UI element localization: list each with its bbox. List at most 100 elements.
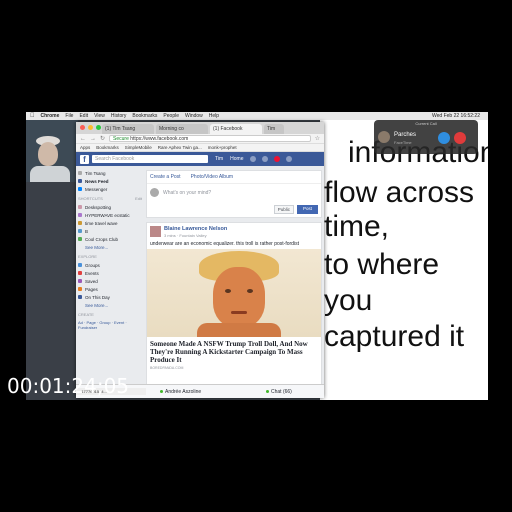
nav-shortcut[interactable]: Deskspotting <box>78 203 142 211</box>
nav-groups[interactable]: Groups <box>78 261 142 269</box>
feed-post: Blaine Lawrence Nelson 3 mins · Fountain… <box>146 222 322 388</box>
bookmark-simplemobile[interactable]: SimpleMobile <box>125 145 152 150</box>
avatar[interactable] <box>150 226 161 237</box>
menu-window[interactable]: Window <box>185 113 203 119</box>
close-window-button[interactable] <box>80 125 85 130</box>
shortcut-icon <box>78 229 82 233</box>
call-notification[interactable]: Current Call Parches FaceTime <box>374 120 478 154</box>
post-author[interactable]: Blaine Lawrence Nelson <box>164 226 227 232</box>
create-post-tab[interactable]: Create a Post <box>150 174 181 180</box>
facebook-logo[interactable]: f <box>80 154 89 164</box>
menu-file[interactable]: File <box>65 113 73 119</box>
status-input[interactable]: What's on your mind? <box>147 184 321 202</box>
left-nav: Tim Tsang News Feed Messenger SHORTCUTS E… <box>76 166 144 388</box>
profile-link[interactable]: Tim <box>215 156 223 162</box>
zoom-window-button[interactable] <box>96 125 101 130</box>
bookmarks-bar: Apps Bookmarks SimpleMobile Rare Aphex T… <box>76 144 324 152</box>
see-more-link[interactable]: See More... <box>78 243 142 251</box>
home-link[interactable]: Home <box>230 156 243 162</box>
minimize-window-button[interactable] <box>88 125 93 130</box>
info-button[interactable] <box>438 132 450 144</box>
messages-icon[interactable] <box>261 156 268 162</box>
chat-count: Chat (66) <box>271 389 292 395</box>
nav-label: Deskspotting <box>85 204 112 210</box>
slide-line: captured it <box>324 320 465 353</box>
help-icon[interactable] <box>285 156 292 162</box>
chat-contact[interactable]: Andrée Aszoline <box>160 389 201 395</box>
tab-morning[interactable]: Morning co <box>156 124 208 134</box>
tab-facebook[interactable]: (1) Facebook <box>210 124 262 134</box>
nav-label: Groups <box>85 262 100 268</box>
pages-icon <box>78 287 82 291</box>
events-icon <box>78 271 82 275</box>
nav-shortcut[interactable]: HYPERWAVE ecstatic <box>78 211 142 219</box>
post-text: underwear are an economic equalizer. thi… <box>150 241 299 247</box>
shortcut-icon <box>78 205 82 209</box>
nav-news-feed[interactable]: News Feed <box>78 177 142 185</box>
nav-shortcut[interactable]: Cool Crops Club <box>78 235 142 243</box>
menubar-clock[interactable]: Wed Feb 22 16:52:22 <box>432 113 488 119</box>
presentation-slide: information flow across time, to where y… <box>320 120 488 400</box>
post-button[interactable]: Post <box>296 205 318 214</box>
groups-icon <box>78 263 82 267</box>
audience-select[interactable]: Public <box>273 205 294 214</box>
menu-view[interactable]: View <box>94 113 105 119</box>
menu-bookmarks[interactable]: Bookmarks <box>132 113 157 119</box>
create-links[interactable]: Ad · Page · Group · Event · Fundraiser <box>78 319 142 331</box>
bookmark-monk[interactable]: monk+prophet <box>208 145 237 150</box>
post-image[interactable] <box>147 249 321 337</box>
menu-edit[interactable]: Edit <box>79 113 88 119</box>
apple-icon[interactable]:  <box>30 113 35 119</box>
shortcuts-edit-link[interactable]: Edit <box>135 196 142 203</box>
post-meta: 3 mins · Fountain Valley <box>164 233 207 238</box>
nav-events[interactable]: Events <box>78 269 142 277</box>
news-feed-icon <box>78 179 82 183</box>
url-text: https://www.facebook.com <box>130 136 189 142</box>
notifications-icon[interactable] <box>273 156 280 162</box>
nav-shortcut[interactable]: time travel wave <box>78 219 142 227</box>
nav-label: On This Day <box>85 294 110 300</box>
friend-requests-icon[interactable] <box>249 156 256 162</box>
decline-call-button[interactable] <box>454 132 466 144</box>
nav-profile[interactable]: Tim Tsang <box>78 169 142 177</box>
forward-icon[interactable]: → <box>90 136 96 142</box>
caller-avatar <box>378 131 390 143</box>
shortcut-icon <box>78 237 82 241</box>
avatar <box>150 188 159 197</box>
menu-people[interactable]: People <box>163 113 179 119</box>
desktop-screen:  Chrome File Edit View History Bookmark… <box>26 112 488 400</box>
menu-history[interactable]: History <box>111 113 127 119</box>
status-placeholder: What's on your mind? <box>163 190 212 196</box>
chat-toggle[interactable]: Chat (66) <box>266 389 292 395</box>
menu-app-name[interactable]: Chrome <box>41 113 60 119</box>
nav-label: Messenger <box>85 186 108 192</box>
nav-on-this-day[interactable]: On This Day <box>78 293 142 301</box>
reload-icon[interactable]: ↻ <box>100 135 105 142</box>
facebook-top-bar: f Search Facebook Tim Home <box>76 152 324 166</box>
bookmark-aphex[interactable]: Rare Aphex Twin ga... <box>158 145 202 150</box>
facebook-search-input[interactable]: Search Facebook <box>92 155 208 163</box>
post-composer: Create a Post Photo/Video Album What's o… <box>146 170 322 218</box>
nav-label: time travel wave <box>85 220 118 226</box>
tab-tim-tsang[interactable]: (1) Tim Tsang <box>102 124 154 134</box>
photo-video-tab[interactable]: Photo/Video Album <box>191 174 233 180</box>
online-icon <box>266 390 269 393</box>
slide-line: you <box>324 284 373 317</box>
messenger-icon <box>78 187 82 191</box>
composer-footer: Public Post <box>147 202 321 217</box>
nav-label: HYPERWAVE ecstatic <box>85 212 130 218</box>
url-input[interactable]: Secure https://www.facebook.com <box>109 135 311 142</box>
menu-help[interactable]: Help <box>209 113 219 119</box>
tab-bar: (1) Tim Tsang Morning co (1) Facebook Ti… <box>76 122 324 134</box>
bookmark-bookmarks[interactable]: Bookmarks <box>96 145 119 150</box>
bookmark-apps[interactable]: Apps <box>80 145 90 150</box>
nav-messenger[interactable]: Messenger <box>78 185 142 193</box>
tab-tim[interactable]: Tim <box>264 124 284 134</box>
nav-saved[interactable]: Saved <box>78 277 142 285</box>
see-more-link[interactable]: See More... <box>78 301 142 309</box>
star-icon[interactable]: ☆ <box>315 135 320 142</box>
nav-shortcut[interactable]: B <box>78 227 142 235</box>
nav-pages[interactable]: Pages <box>78 285 142 293</box>
link-headline[interactable]: Someone Made A NSFW Trump Troll Doll, An… <box>147 337 321 364</box>
back-icon[interactable]: ← <box>80 136 86 142</box>
